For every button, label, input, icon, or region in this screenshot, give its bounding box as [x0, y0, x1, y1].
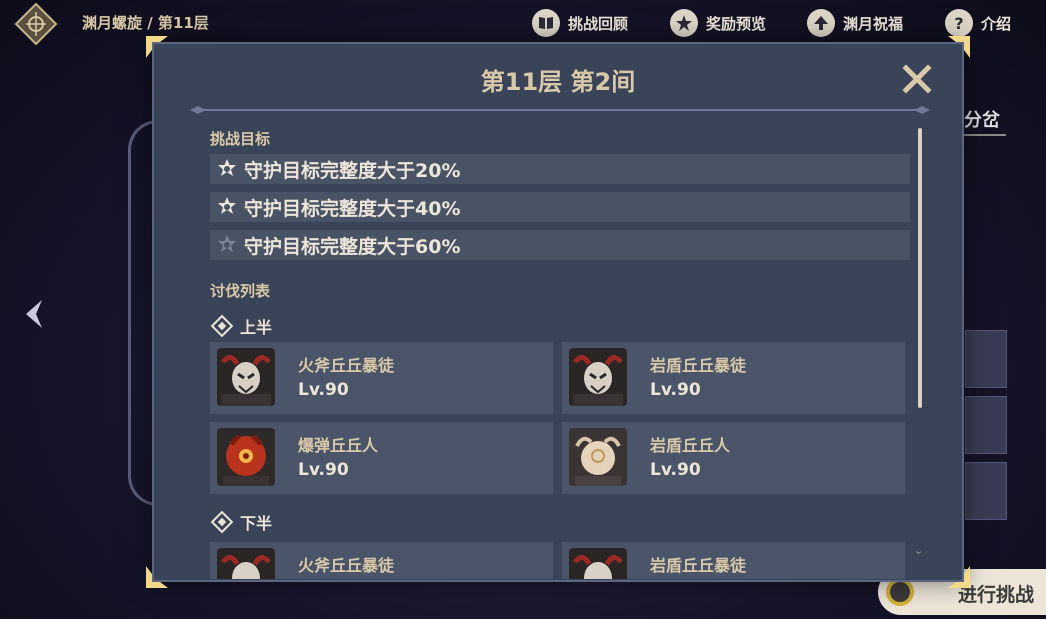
first-half-label: 上半 [240, 318, 273, 337]
enemy-card[interactable]: 岩盾丘丘暴徒 [562, 542, 905, 579]
goal-text: 守护目标完整度大于20% [244, 159, 461, 182]
corner-ornament-icon [948, 566, 970, 588]
abyss-star-filled-icon [218, 159, 236, 176]
goal-row: 守护目标完整度大于20% [210, 154, 910, 184]
enemy-name: 岩盾丘丘暴徒 [650, 556, 747, 575]
geo-hilichurl-icon [569, 428, 627, 486]
enemy-card[interactable]: 火斧丘丘暴徒 [210, 542, 553, 579]
reward-preview-button[interactable]: 奖励预览 [670, 8, 766, 38]
hilichurl-mitachurl-icon [217, 548, 275, 579]
pyro-hilichurl-icon [217, 428, 275, 486]
help-icon: ? [945, 9, 973, 37]
goal-text: 守护目标完整度大于60% [244, 235, 461, 258]
abyss-blessing-button[interactable]: 渊月祝福 [807, 8, 903, 38]
abyss-star-filled-icon [218, 197, 236, 214]
book-icon [532, 9, 560, 37]
abyss-star-empty-icon [218, 235, 236, 252]
close-icon[interactable] [902, 64, 932, 94]
second-half-heading: 下半 [210, 510, 273, 534]
challenge-review-label: 挑战回顾 [568, 14, 629, 33]
enemy-name: 岩盾丘丘人 [650, 436, 731, 455]
enemy-level: Lv.90 [298, 460, 349, 480]
corner-ornament-icon [948, 36, 970, 58]
enemy-level: Lv.90 [298, 380, 349, 400]
enemies-heading: 讨伐列表 [210, 282, 271, 300]
breadcrumb: 渊月螺旋 / 第11层 [82, 14, 209, 32]
introduction-button[interactable]: ? 介绍 [945, 8, 1011, 38]
goal-text: 守护目标完整度大于40% [244, 197, 461, 220]
start-challenge-icon [886, 578, 914, 606]
first-half-heading: 上半 [210, 314, 273, 338]
background-star-tile [965, 396, 1007, 454]
star-badge-icon [670, 9, 698, 37]
back-arrow-icon[interactable] [20, 296, 50, 332]
goal-row: 守护目标完整度大于40% [210, 192, 910, 222]
title-divider [190, 106, 930, 114]
corner-ornament-icon [146, 566, 168, 588]
blessing-up-icon [807, 9, 835, 37]
chamber-detail-dialog: 第11层 第2间 挑战目标 守护目标完整度大于20% 守护目标完整度大于40% … [146, 36, 970, 588]
enemy-level: Lv.90 [650, 380, 701, 400]
enemy-level: Lv.90 [650, 460, 701, 480]
enemy-name: 火斧丘丘暴徒 [298, 356, 395, 375]
enemy-name: 岩盾丘丘暴徒 [650, 356, 747, 375]
goal-row: 守护目标完整度大于60% [210, 230, 910, 260]
diamond-icon [210, 510, 234, 534]
background-star-tile [965, 330, 1007, 388]
scroll-down-icon[interactable]: ⌄ [914, 544, 923, 557]
background-star-tile [965, 462, 1007, 520]
challenge-review-button[interactable]: 挑战回顾 [532, 8, 628, 38]
introduction-label: 介绍 [981, 14, 1012, 33]
abyss-emblem-icon [14, 2, 58, 46]
hilichurl-mitachurl-icon [217, 348, 275, 406]
second-half-label: 下半 [240, 514, 273, 533]
goals-heading: 挑战目标 [210, 130, 271, 148]
branch-label: 分岔 [964, 110, 1000, 131]
hilichurl-mitachurl-icon [569, 548, 627, 579]
dialog-scroll-content[interactable]: 挑战目标 守护目标完整度大于20% 守护目标完整度大于40% 守护目标完整度大于… [210, 124, 912, 579]
abyss-blessing-label: 渊月祝福 [843, 14, 904, 33]
diamond-icon [210, 314, 234, 338]
enemy-card[interactable]: 岩盾丘丘暴徒 Lv.90 [562, 342, 905, 414]
dialog-title: 第11层 第2间 [480, 68, 636, 96]
enemy-card[interactable]: 爆弹丘丘人 Lv.90 [210, 422, 553, 494]
enemy-name: 火斧丘丘暴徒 [298, 556, 395, 575]
branch-underline [962, 134, 1006, 136]
enemy-card[interactable]: 岩盾丘丘人 Lv.90 [562, 422, 905, 494]
enemy-card[interactable]: 火斧丘丘暴徒 Lv.90 [210, 342, 553, 414]
enemy-name: 爆弹丘丘人 [298, 436, 379, 455]
reward-preview-label: 奖励预览 [706, 14, 767, 33]
scrollbar[interactable] [918, 128, 922, 408]
hilichurl-mitachurl-icon [569, 348, 627, 406]
corner-ornament-icon [146, 36, 168, 58]
